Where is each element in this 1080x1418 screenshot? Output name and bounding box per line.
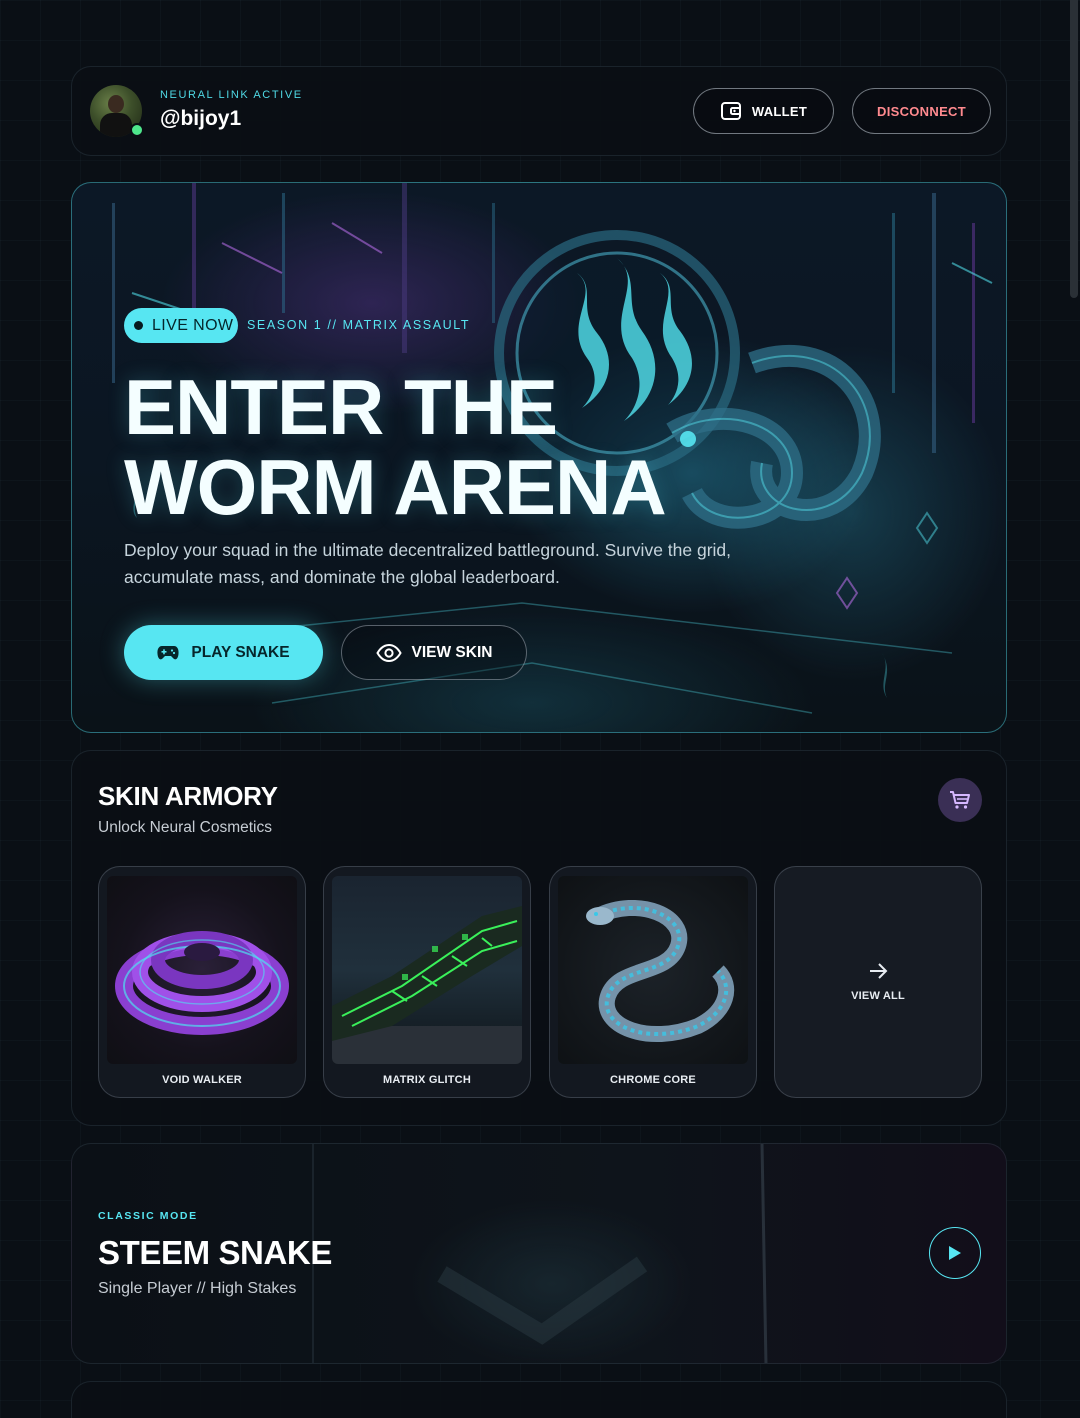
hero-title: ENTER THE WORM ARENA: [124, 367, 667, 527]
live-dot: [134, 321, 143, 330]
chrome-core-image: [558, 876, 748, 1064]
skin-label: CHROME CORE: [610, 1074, 696, 1086]
view-all-label: VIEW ALL: [851, 990, 905, 1002]
play-snake-button[interactable]: PLAY SNAKE: [124, 625, 323, 680]
live-now-label: LIVE NOW: [152, 316, 234, 334]
wallet-label: WALLET: [751, 103, 808, 119]
eye-icon: [375, 643, 402, 662]
matrix-glitch-image: [332, 876, 522, 1064]
skin-label: MATRIX GLITCH: [383, 1074, 471, 1086]
classic-mode-label: CLASSIC MODE: [98, 1210, 198, 1222]
view-skin-button[interactable]: VIEW SKIN: [341, 625, 527, 680]
online-status-dot: [130, 123, 144, 137]
skin-card-void-walker[interactable]: VOID WALKER: [98, 866, 306, 1098]
hero-banner: LIVE NOW SEASON 1 // MATRIX ASSAULT ENTE…: [71, 182, 1007, 733]
disconnect-button[interactable]: DISCONNECT: [852, 88, 991, 134]
hero-description: Deploy your squad in the ultimate decent…: [124, 540, 732, 587]
void-walker-image: [107, 876, 297, 1064]
season-label: SEASON 1 // MATRIX ASSAULT: [247, 318, 471, 332]
play-icon: [949, 1246, 961, 1260]
live-now-badge: LIVE NOW: [124, 308, 238, 343]
classic-title: STEEM SNAKE: [98, 1234, 332, 1271]
page-scrollbar[interactable]: [1068, 0, 1080, 1418]
wallet-icon: [720, 102, 741, 120]
scrollbar-thumb[interactable]: [1070, 0, 1078, 298]
next-section-card: [71, 1381, 1007, 1418]
skin-card-chrome-core[interactable]: CHROME CORE: [549, 866, 757, 1098]
username: @bijoy1: [160, 107, 242, 130]
classic-subtitle: Single Player // High Stakes: [98, 1280, 297, 1297]
neural-link-status: NEURAL LINK ACTIVE: [160, 89, 303, 101]
skin-label: VOID WALKER: [162, 1074, 242, 1086]
profile-header: NEURAL LINK ACTIVE @bijoy1 WALLET DISCON…: [71, 66, 1007, 156]
armory-subtitle: Unlock Neural Cosmetics: [98, 819, 272, 836]
cart-icon: [950, 791, 970, 809]
skin-card-matrix-glitch[interactable]: MATRIX GLITCH: [323, 866, 531, 1098]
wallet-button[interactable]: WALLET: [693, 88, 834, 134]
classic-play-button[interactable]: [929, 1227, 981, 1279]
armory-title: SKIN ARMORY: [98, 781, 278, 811]
arrow-right-icon: [870, 963, 888, 979]
hero-title-line1: ENTER THE: [124, 363, 558, 451]
view-skin-label: VIEW SKIN: [411, 643, 493, 661]
classic-mode-card[interactable]: CLASSIC MODE STEEM SNAKE Single Player /…: [71, 1143, 1007, 1364]
gamepad-icon: [157, 645, 179, 659]
skin-armory-section: SKIN ARMORY Unlock Neural Cosmetics VOID…: [71, 750, 1007, 1126]
shop-cart-button[interactable]: [938, 778, 982, 822]
view-all-skins-card[interactable]: VIEW ALL: [774, 866, 982, 1098]
play-snake-label: PLAY SNAKE: [191, 643, 290, 661]
hero-title-line2: WORM ARENA: [124, 443, 667, 531]
disconnect-label: DISCONNECT: [877, 103, 966, 119]
